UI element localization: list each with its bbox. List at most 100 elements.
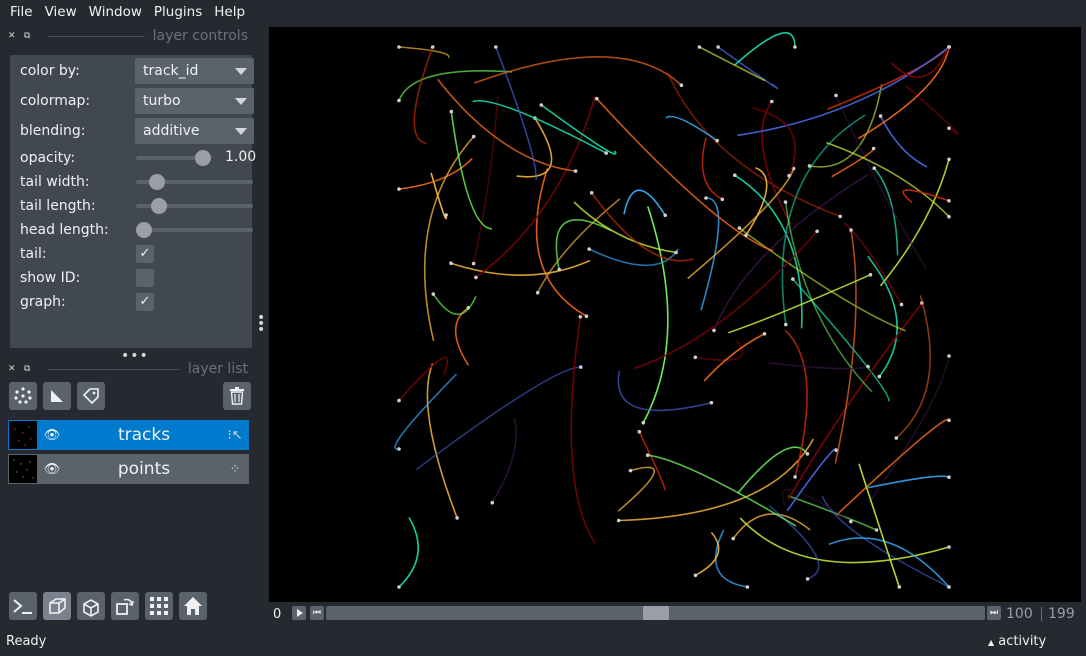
track-head-point <box>641 420 646 425</box>
head-length-slider[interactable] <box>136 222 253 238</box>
colormap-row: colormap: turbo <box>20 88 254 114</box>
track-line <box>768 362 869 370</box>
delete-layer-button[interactable] <box>223 382 251 410</box>
tracks-visualization[interactable] <box>269 27 1081 602</box>
show-id-label: show ID: <box>20 270 81 286</box>
track-head-point <box>770 99 774 104</box>
tail-width-slider[interactable] <box>136 174 253 190</box>
track-head-point <box>744 233 748 238</box>
transpose-dims-button[interactable] <box>111 592 139 620</box>
step-back-button[interactable]: ⏮ <box>310 606 324 620</box>
time-slider[interactable] <box>326 606 985 620</box>
dock-float-icon[interactable]: ⧉ <box>24 364 40 374</box>
color-by-dropdown[interactable]: track_id <box>135 58 254 84</box>
track-head-point <box>716 45 720 49</box>
track-line <box>890 46 950 78</box>
track-line <box>535 168 587 317</box>
track-line <box>768 505 820 580</box>
menu-plugins[interactable]: Plugins <box>148 0 208 24</box>
opacity-slider-handle[interactable] <box>195 150 211 166</box>
visibility-eye-icon[interactable]: 👁 <box>37 462 67 477</box>
tag-icon <box>82 388 99 405</box>
opacity-slider[interactable] <box>136 150 211 166</box>
new-shapes-layer-button[interactable] <box>43 382 71 410</box>
dock-resize-handle-icon[interactable]: • • • <box>257 311 265 337</box>
menu-view[interactable]: View <box>39 0 83 24</box>
show-id-checkbox[interactable] <box>136 269 154 287</box>
layer-item-points[interactable]: 👁 points ⁘ <box>8 454 249 484</box>
layer-item-tracks[interactable]: 👁 tracks ⁝↖ <box>8 420 249 450</box>
opacity-value[interactable]: 1.00 <box>225 149 256 165</box>
menu-file[interactable]: File <box>4 0 39 24</box>
track-line <box>432 293 477 316</box>
roll-dims-button[interactable] <box>77 592 105 620</box>
color-by-label: color by: <box>20 63 80 79</box>
viewer-canvas[interactable] <box>269 27 1081 602</box>
play-button[interactable] <box>292 606 306 620</box>
tail-length-label: tail length: <box>20 198 96 214</box>
track-head-point <box>872 166 876 170</box>
layer-name[interactable]: tracks <box>67 425 221 445</box>
terminal-icon <box>13 599 32 614</box>
track-head-point <box>849 519 853 524</box>
track-head-point <box>679 83 684 87</box>
new-labels-layer-button[interactable] <box>77 382 105 410</box>
grid-view-button[interactable] <box>145 592 173 620</box>
activity-label: activity <box>998 634 1047 649</box>
head-length-slider-handle[interactable] <box>136 222 152 238</box>
track-head-point <box>947 585 951 589</box>
track-head-point <box>604 151 608 155</box>
track-head-point <box>737 226 742 230</box>
track-line <box>734 32 796 66</box>
tail-length-slider[interactable] <box>136 198 253 214</box>
dock-close-icon[interactable]: ✕ <box>8 31 24 41</box>
track-line <box>701 137 723 201</box>
layer-name[interactable]: points <box>67 459 221 479</box>
track-line <box>752 107 797 177</box>
current-frame[interactable]: 100 <box>1006 606 1033 622</box>
track-head-point <box>815 229 819 234</box>
track-head-point <box>490 500 495 505</box>
tail-length-slider-handle[interactable] <box>151 198 167 214</box>
colormap-dropdown[interactable]: turbo <box>135 88 254 114</box>
track-line <box>732 513 811 540</box>
track-line <box>623 189 666 216</box>
track-line <box>713 173 869 331</box>
console-button[interactable] <box>9 592 37 620</box>
track-line <box>834 229 857 464</box>
color-by-row: color by: track_id <box>20 58 254 84</box>
show-id-row: show ID: <box>20 266 245 290</box>
graph-checkbox[interactable]: ✓ <box>136 293 154 311</box>
home-button[interactable] <box>179 592 207 620</box>
ndisplay-toggle-button[interactable] <box>43 592 71 620</box>
track-head-point <box>947 157 951 162</box>
new-points-layer-button[interactable] <box>9 382 37 410</box>
activity-button[interactable]: ▲ activity <box>988 634 1046 649</box>
dock-close-icon[interactable]: ✕ <box>8 364 24 374</box>
tail-width-slider-handle[interactable] <box>149 174 165 190</box>
time-slider-handle[interactable] <box>643 606 669 620</box>
dock-float-icon[interactable]: ⧉ <box>24 31 40 41</box>
track-head-point <box>573 169 578 173</box>
track-head-point <box>874 528 879 532</box>
axis-label[interactable]: 0 <box>273 607 281 622</box>
step-forward-button[interactable]: ⏭ <box>987 606 1001 620</box>
track-line <box>699 46 766 82</box>
track-head-point <box>805 452 810 456</box>
visibility-eye-icon[interactable]: 👁 <box>37 428 67 443</box>
chevron-up-icon: ▲ <box>988 638 995 647</box>
track-line <box>868 475 950 489</box>
chevron-down-icon <box>235 128 247 135</box>
colormap-label: colormap: <box>20 93 91 109</box>
status-text: Ready <box>6 634 47 649</box>
track-head-point <box>868 272 873 277</box>
menu-window[interactable]: Window <box>83 0 148 24</box>
blending-dropdown[interactable]: additive <box>135 118 254 144</box>
track-head-point <box>471 134 476 139</box>
points-layer-icon: ⁘ <box>229 461 241 477</box>
tail-checkbox[interactable]: ✓ <box>136 245 154 263</box>
cube-icon <box>49 598 66 614</box>
track-line <box>454 307 470 366</box>
layer-list-dock-title: ✕ ⧉ layer list <box>8 360 248 378</box>
menu-help[interactable]: Help <box>208 0 251 24</box>
